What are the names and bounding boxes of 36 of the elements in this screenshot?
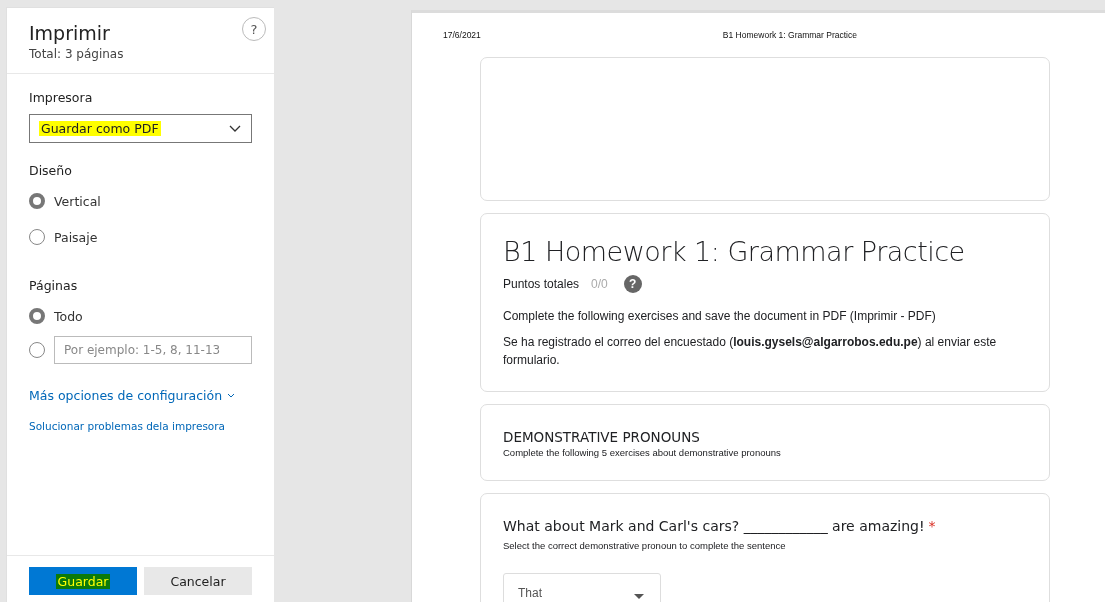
- layout-label: Diseño: [29, 163, 73, 178]
- troubleshoot-link[interactable]: Solucionar problemas dela impresora: [29, 420, 252, 432]
- points-label: Puntos totales: [503, 277, 580, 291]
- cancel-button[interactable]: Cancelar: [144, 567, 252, 595]
- form-title: B1 Homework 1: Grammar Practice: [503, 236, 966, 267]
- form-description: Complete the following exercises and save the document in PDF (Imprimir - PDF): [503, 308, 937, 325]
- dropdown-arrow-icon: [634, 594, 644, 599]
- more-settings-link[interactable]: Más opciones de configuración: [29, 388, 236, 403]
- header-date: 17/6/2021: [443, 30, 481, 40]
- highlighted-text: Guardar: [55, 573, 111, 589]
- page-count: Total: 3 páginas: [29, 47, 125, 61]
- radio-label: Vertical: [54, 193, 101, 209]
- help-button[interactable]: ?: [242, 17, 266, 41]
- radio-button[interactable]: [29, 193, 45, 209]
- pages-label: Páginas: [29, 278, 79, 293]
- section-title: DEMONSTRATIVE PRONOUNS: [503, 429, 701, 445]
- question-text: What about Mark and Carl's cars? ____________ are amazing!: [503, 518, 925, 534]
- header-title: B1 Homework 1: Grammar Practice: [722, 30, 857, 40]
- page-range-field[interactable]: Por ejemplo: 1-5, 8, 11-13: [54, 336, 252, 364]
- chevron-down-icon: [229, 124, 241, 133]
- radio-button[interactable]: [29, 308, 45, 324]
- highlighted-text: Guardar como PDF: [39, 121, 161, 136]
- chevron-down-icon: [227, 393, 236, 398]
- printer-label: Impresora: [29, 90, 94, 105]
- radio-label: Paisaje: [54, 229, 98, 245]
- radio-label: Todo: [54, 308, 83, 324]
- section-description: Complete the following 5 exercises about demonstrative pronouns: [503, 447, 782, 458]
- points-value: 0/0: [591, 277, 608, 291]
- required-mark: *: [928, 518, 936, 534]
- answer-dropdown[interactable]: That: [503, 573, 661, 602]
- question-hint: Select the correct demonstrative pronoun to complete the sentence: [503, 540, 787, 551]
- email-note: Se ha registrado el correo del encuestado (louis.gysels@algarrobos.edu.pe) al enviar este formulario.: [503, 334, 998, 369]
- help-icon: ?: [623, 275, 642, 293]
- dialog-title: Imprimir: [29, 22, 111, 44]
- save-button[interactable]: Guardar: [29, 567, 137, 595]
- printer-dropdown[interactable]: Guardar como PDF: [29, 114, 252, 143]
